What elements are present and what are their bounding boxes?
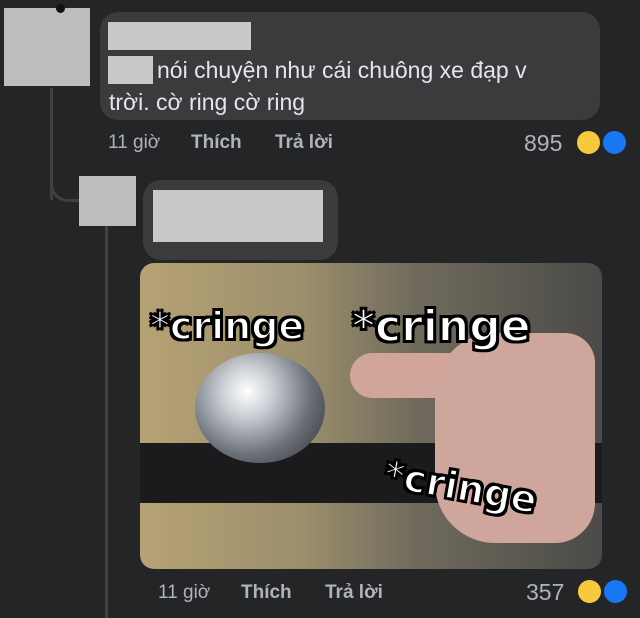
thread-curve <box>50 170 80 202</box>
reply-avatar[interactable] <box>79 176 136 226</box>
reply-like-icon <box>602 578 629 605</box>
meme-image[interactable]: *cringe *cringe *cringe <box>140 263 602 569</box>
reply-bubble <box>143 180 338 260</box>
meme-label-1: *cringe <box>149 304 305 348</box>
haha-icon <box>575 129 602 156</box>
reply-reaction-count[interactable]: 357 <box>526 579 564 606</box>
meme-label-2: *cringe <box>351 301 532 352</box>
reply-time[interactable]: 11 giờ <box>158 582 210 604</box>
reply-like-button[interactable]: Thích <box>241 582 292 604</box>
thread-line-reply <box>105 226 108 618</box>
reply-haha-icon <box>576 578 603 605</box>
reply-reply-button[interactable]: Trả lời <box>325 582 383 604</box>
online-dot <box>56 4 65 13</box>
reaction-count[interactable]: 895 <box>524 130 562 157</box>
avatar[interactable] <box>4 8 90 86</box>
like-button[interactable]: Thích <box>191 132 242 154</box>
redacted-mention <box>108 56 153 84</box>
comment-time[interactable]: 11 giờ <box>108 132 160 154</box>
redacted-reply-author <box>153 190 323 242</box>
redacted-author-name <box>108 22 251 50</box>
like-icon <box>601 129 628 156</box>
meme-bell <box>195 353 325 463</box>
comment-text-line2: trời. cờ ring cờ ring <box>109 89 306 115</box>
comment-text-line1: nói chuyện như cái chuông xe đạp v <box>157 57 527 83</box>
comment-bubble: nói chuyện như cái chuông xe đạp v trời.… <box>100 12 600 120</box>
reply-button[interactable]: Trả lời <box>275 132 333 154</box>
